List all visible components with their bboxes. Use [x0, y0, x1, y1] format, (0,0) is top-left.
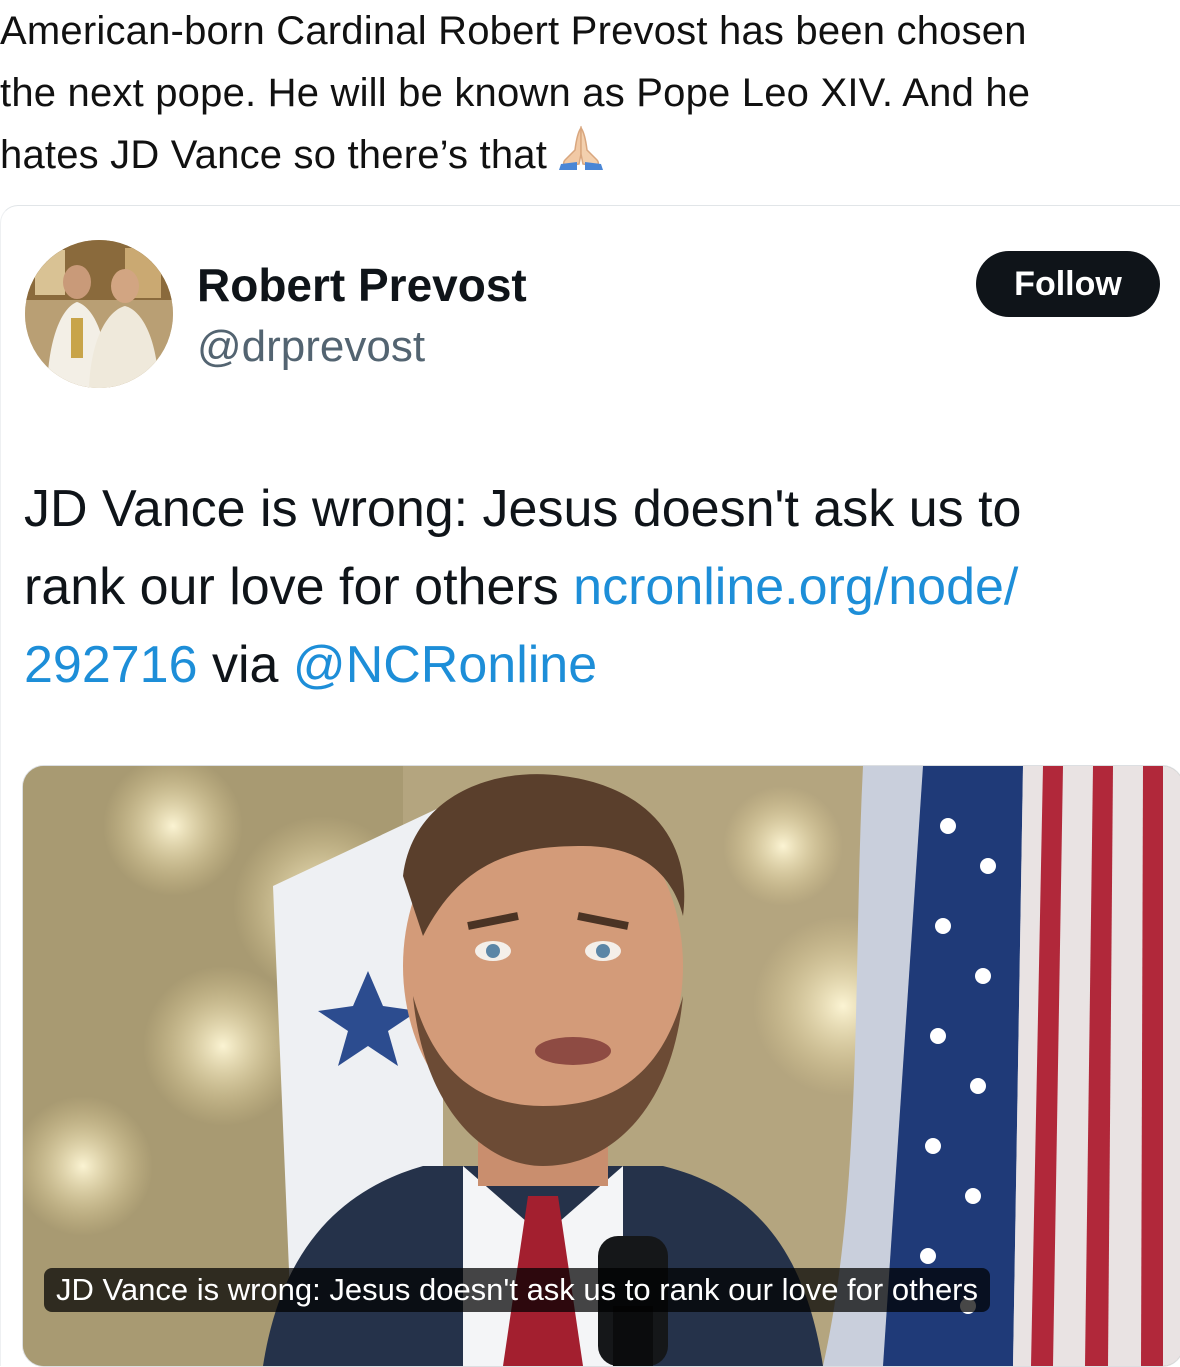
- caption-line-1: American-born Cardinal Robert Prevost ha…: [0, 9, 1027, 53]
- via-text: via: [197, 636, 293, 694]
- post-body-line-3: 292716 via @NCRonline: [24, 626, 1164, 704]
- post-body-line-1: JD Vance is wrong: Jesus doesn't ask us …: [24, 480, 1022, 538]
- article-link[interactable]: ncronline.org/node/: [573, 558, 1018, 616]
- post-body-text: rank our love for others: [24, 558, 574, 616]
- article-link-continued[interactable]: 292716: [24, 636, 198, 694]
- post-body-line-2: rank our love for others ncronline.org/n…: [24, 548, 1164, 626]
- author-handle[interactable]: @drprevost: [197, 322, 425, 372]
- mention-link[interactable]: @NCRonline: [293, 636, 597, 694]
- link-preview-title: JD Vance is wrong: Jesus doesn't ask us …: [44, 1268, 991, 1312]
- avatar[interactable]: [25, 240, 173, 388]
- post-body: JD Vance is wrong: Jesus doesn't ask us …: [24, 470, 1164, 704]
- caption-line-2: the next pope. He will be known as Pope …: [0, 71, 1031, 115]
- author-name[interactable]: Robert Prevost: [197, 258, 527, 312]
- caption-line-3-text: hates JD Vance so there’s that: [0, 133, 548, 177]
- caption-line-3: hates JD Vance so there’s that: [0, 124, 1180, 190]
- folded-hands-icon: [555, 124, 607, 190]
- follow-button[interactable]: Follow: [976, 251, 1160, 317]
- post-caption: American-born Cardinal Robert Prevost ha…: [0, 0, 1180, 190]
